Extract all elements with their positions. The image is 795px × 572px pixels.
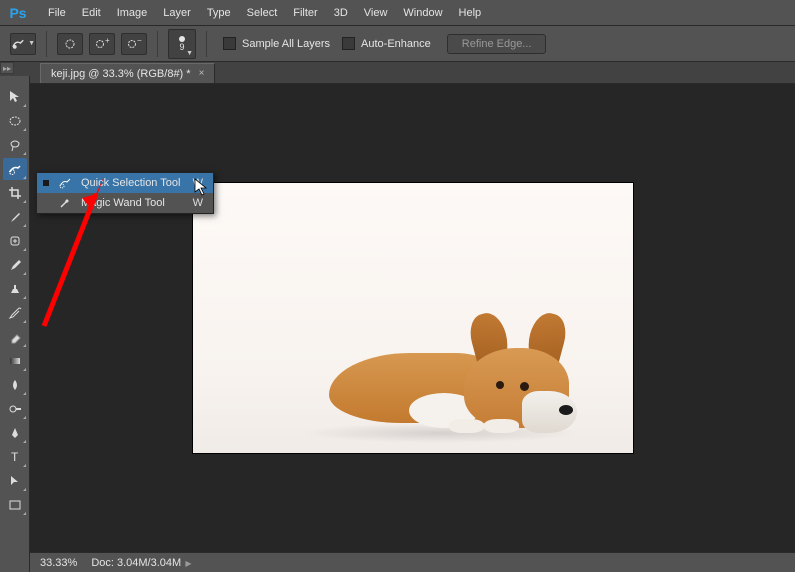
menu-3d[interactable]: 3D bbox=[326, 0, 356, 26]
menu-select[interactable]: Select bbox=[239, 0, 286, 26]
flyout-item-shortcut: W bbox=[193, 197, 203, 209]
checkbox[interactable] bbox=[342, 37, 355, 50]
rectangle-tool[interactable] bbox=[3, 494, 27, 516]
move-tool[interactable] bbox=[3, 86, 27, 108]
flyout-item-shortcut: W bbox=[193, 177, 203, 189]
separator bbox=[157, 31, 158, 57]
close-icon[interactable]: × bbox=[199, 68, 205, 79]
menu-bar: Ps File Edit Image Layer Type Select Fil… bbox=[0, 0, 795, 26]
doc-size[interactable]: Doc: 3.04M/3.04M ▶ bbox=[91, 557, 191, 569]
crop-tool[interactable] bbox=[3, 182, 27, 204]
active-marker bbox=[43, 180, 49, 186]
app-logo: Ps bbox=[8, 3, 28, 23]
pen-tool[interactable] bbox=[3, 422, 27, 444]
flyout-quick-selection[interactable]: Quick Selection Tool W bbox=[37, 173, 213, 193]
eyedropper-tool[interactable] bbox=[3, 206, 27, 228]
collapse-panel-handle[interactable]: ▸▸ bbox=[0, 62, 14, 74]
magic-wand-icon bbox=[57, 196, 73, 210]
status-bar: 33.33% Doc: 3.04M/3.04M ▶ bbox=[30, 552, 795, 572]
svg-text:−: − bbox=[137, 37, 142, 45]
document-tab-title: keji.jpg @ 33.3% (RGB/8#) * bbox=[51, 68, 191, 80]
brush-tool[interactable] bbox=[3, 254, 27, 276]
sample-all-layers-option[interactable]: Sample All Layers bbox=[223, 37, 330, 50]
separator bbox=[206, 31, 207, 57]
menu-layer[interactable]: Layer bbox=[155, 0, 199, 26]
menu-view[interactable]: View bbox=[356, 0, 396, 26]
new-selection-button[interactable] bbox=[57, 33, 83, 55]
tools-panel: T bbox=[0, 76, 30, 572]
menu-edit[interactable]: Edit bbox=[74, 0, 109, 26]
checkbox[interactable] bbox=[223, 37, 236, 50]
chevron-right-icon: ▶ bbox=[183, 559, 191, 568]
flyout-item-label: Quick Selection Tool bbox=[81, 177, 185, 189]
chevron-down-icon: ▼ bbox=[186, 50, 193, 57]
blur-tool[interactable] bbox=[3, 374, 27, 396]
marquee-tool[interactable] bbox=[3, 110, 27, 132]
dodge-tool[interactable] bbox=[3, 398, 27, 420]
gradient-tool[interactable] bbox=[3, 350, 27, 372]
canvas-area[interactable] bbox=[30, 84, 795, 552]
refine-edge-button[interactable]: Refine Edge... bbox=[447, 34, 547, 54]
tool-preset-picker[interactable]: ▼ bbox=[10, 33, 36, 55]
zoom-level[interactable]: 33.33% bbox=[40, 557, 77, 569]
tool-flyout-menu: Quick Selection Tool W Magic Wand Tool W bbox=[36, 172, 214, 214]
menu-image[interactable]: Image bbox=[109, 0, 156, 26]
document-canvas[interactable] bbox=[193, 183, 633, 453]
image-content bbox=[309, 303, 569, 433]
type-tool[interactable]: T bbox=[3, 446, 27, 468]
path-selection-tool[interactable] bbox=[3, 470, 27, 492]
quick-selection-icon bbox=[57, 176, 73, 190]
svg-text:T: T bbox=[11, 450, 19, 464]
options-bar: ▼ + − 9 ▼ Sample All Layers Auto-Enhance… bbox=[0, 26, 795, 62]
menu-file[interactable]: File bbox=[40, 0, 74, 26]
sample-all-layers-label: Sample All Layers bbox=[242, 38, 330, 50]
add-to-selection-button[interactable]: + bbox=[89, 33, 115, 55]
history-brush-tool[interactable] bbox=[3, 302, 27, 324]
separator bbox=[46, 31, 47, 57]
svg-text:+: + bbox=[105, 37, 110, 45]
flyout-magic-wand[interactable]: Magic Wand Tool W bbox=[37, 193, 213, 213]
menu-help[interactable]: Help bbox=[451, 0, 490, 26]
document-tab[interactable]: keji.jpg @ 33.3% (RGB/8#) * × bbox=[40, 63, 215, 83]
healing-brush-tool[interactable] bbox=[3, 230, 27, 252]
eraser-tool[interactable] bbox=[3, 326, 27, 348]
menu-window[interactable]: Window bbox=[395, 0, 450, 26]
brush-size-value: 9 bbox=[179, 42, 184, 52]
auto-enhance-option[interactable]: Auto-Enhance bbox=[342, 37, 431, 50]
document-tab-bar: keji.jpg @ 33.3% (RGB/8#) * × bbox=[0, 62, 795, 84]
menu-type[interactable]: Type bbox=[199, 0, 239, 26]
clone-stamp-tool[interactable] bbox=[3, 278, 27, 300]
menu-filter[interactable]: Filter bbox=[285, 0, 325, 26]
auto-enhance-label: Auto-Enhance bbox=[361, 38, 431, 50]
lasso-tool[interactable] bbox=[3, 134, 27, 156]
quick-selection-tool[interactable] bbox=[3, 158, 27, 180]
chevron-down-icon: ▼ bbox=[28, 40, 35, 47]
brush-size-picker[interactable]: 9 ▼ bbox=[168, 29, 196, 59]
flyout-item-label: Magic Wand Tool bbox=[81, 197, 185, 209]
subtract-from-selection-button[interactable]: − bbox=[121, 33, 147, 55]
